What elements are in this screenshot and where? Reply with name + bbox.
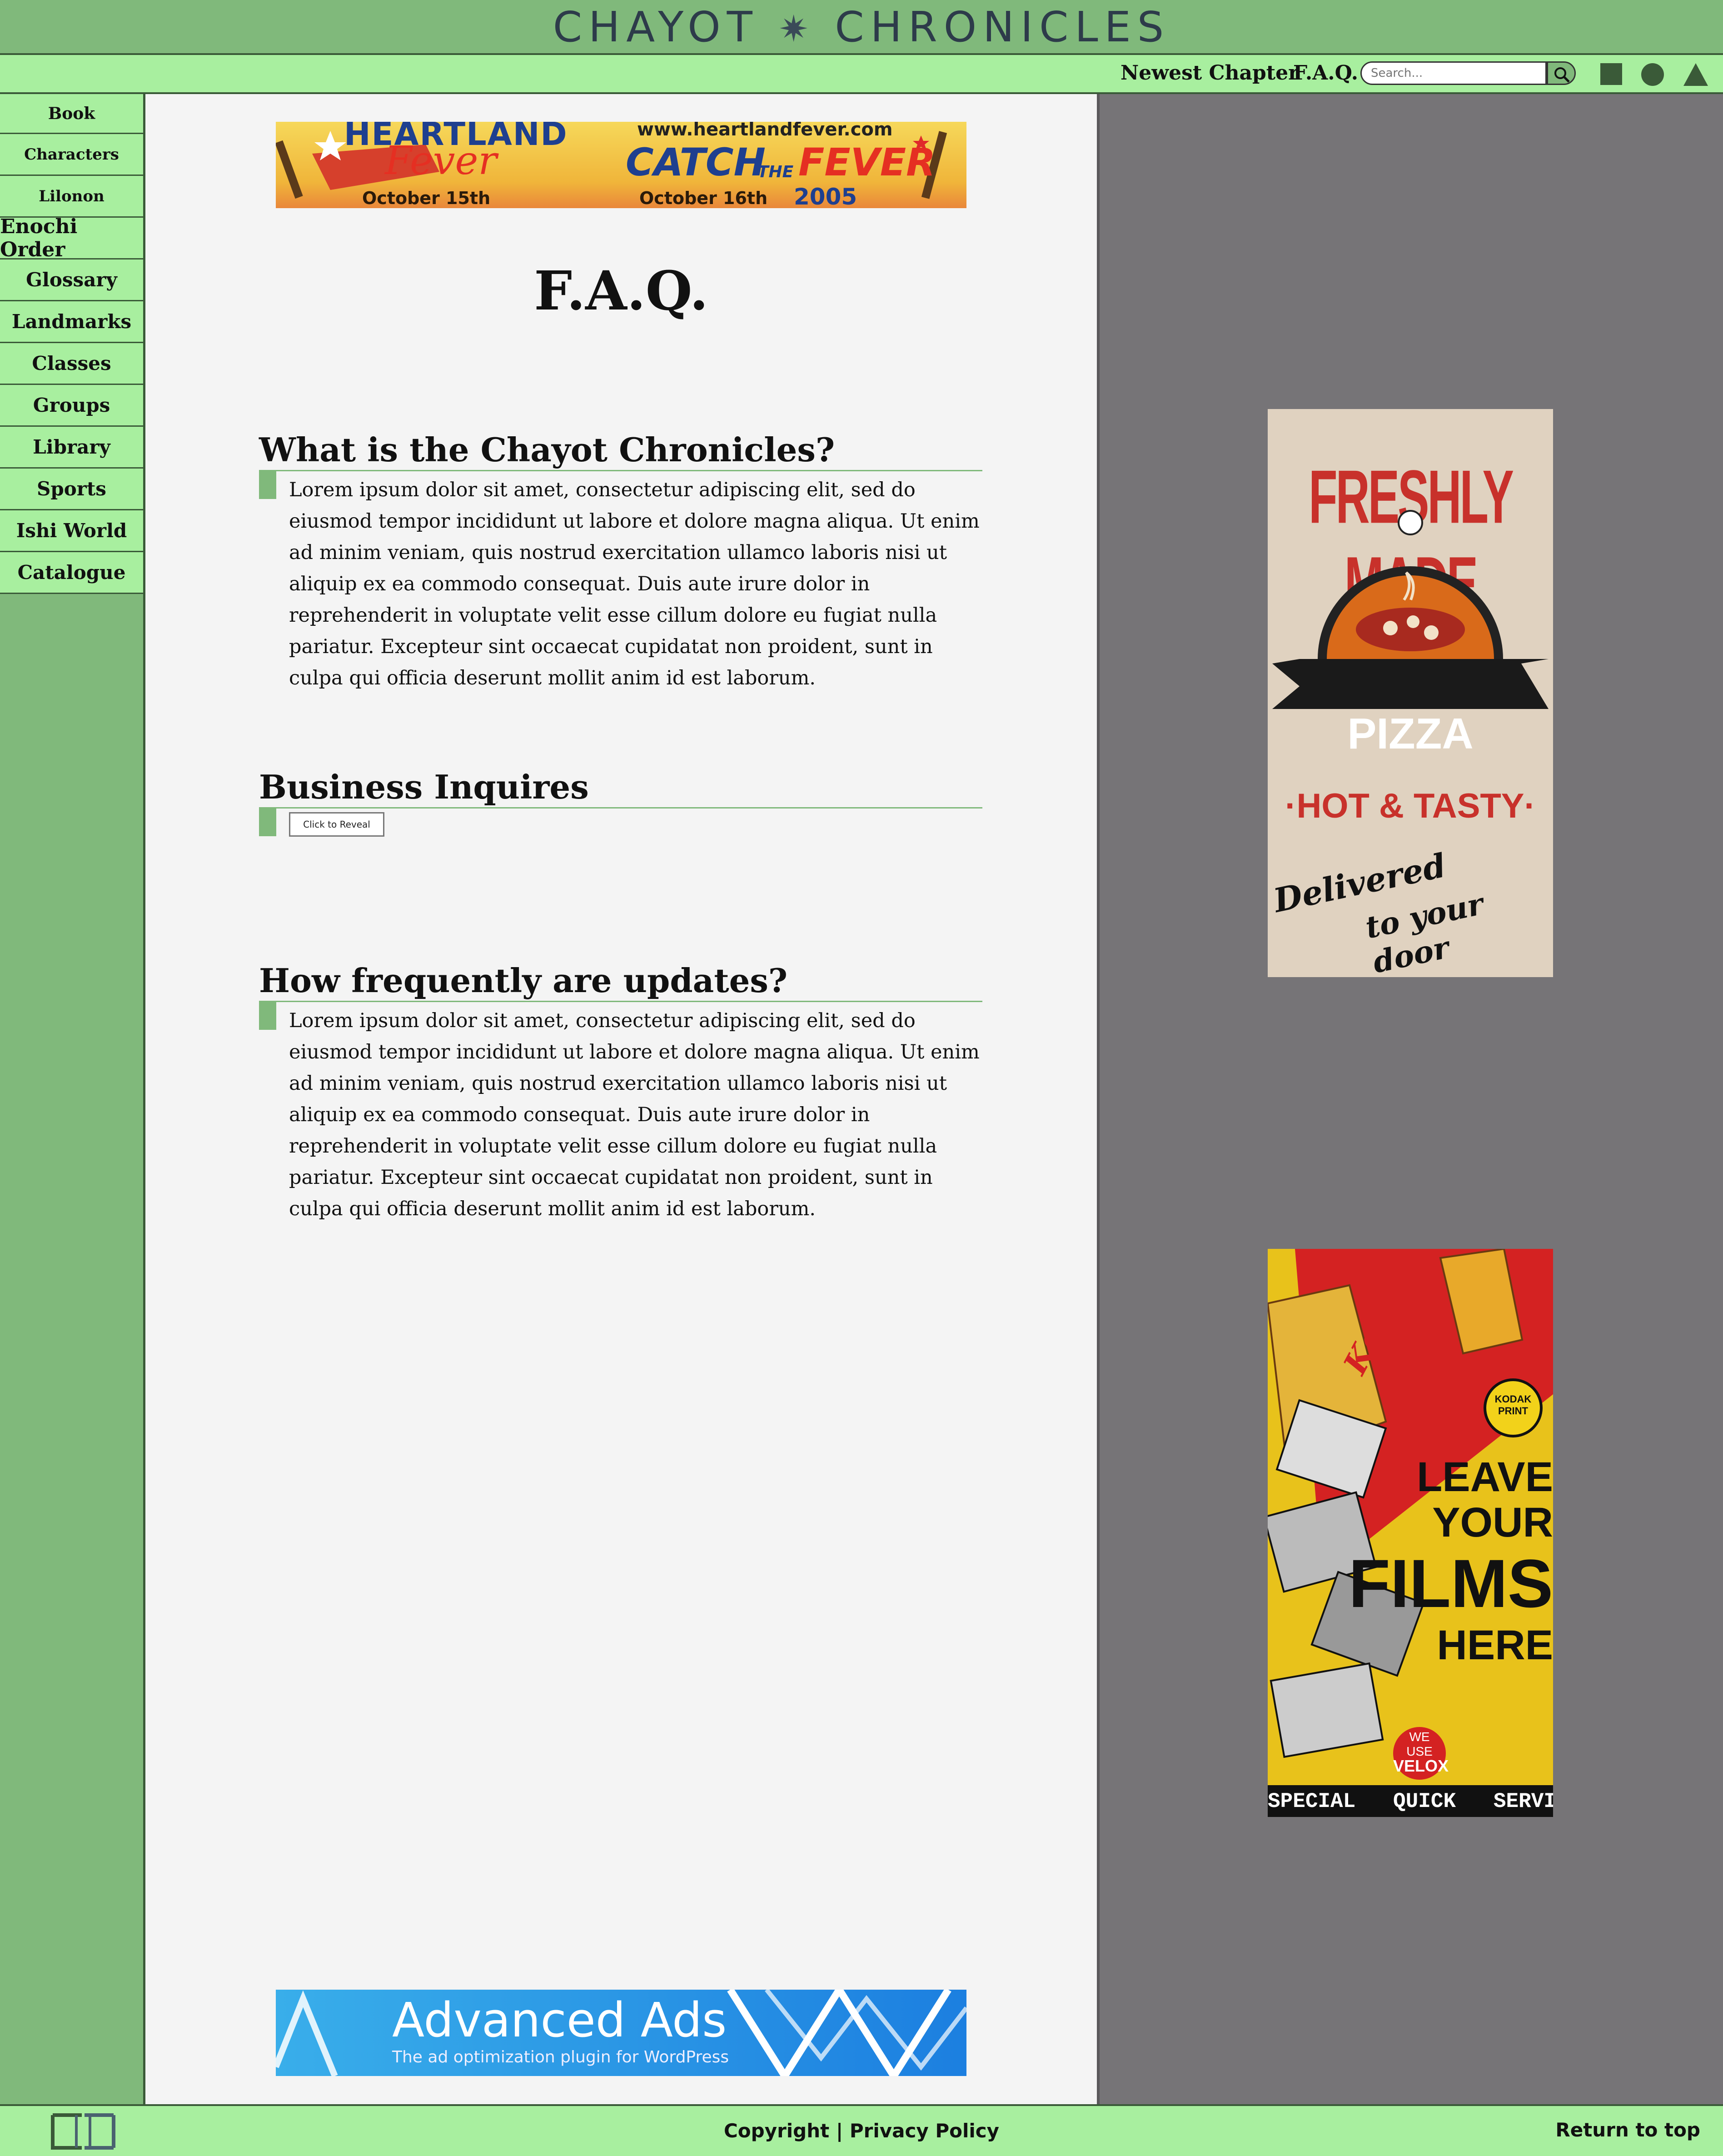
pizza-emblem: [1272, 510, 1549, 709]
site-header: CHAYOT ✷ CHRONICLES: [0, 0, 1723, 55]
triangle-icon[interactable]: [1683, 62, 1709, 87]
advanced-ads-subtitle: The ad optimization plugin for WordPress: [392, 2048, 729, 2066]
velox-word: VELOX: [1393, 1757, 1449, 1775]
kodak-here-text: HERE: [1437, 1622, 1553, 1668]
return-to-top-link[interactable]: Return to top: [1555, 2119, 1700, 2141]
sidebar-item-landmarks[interactable]: Landmarks: [0, 301, 143, 343]
advanced-ads-title: Advanced Ads: [392, 1992, 727, 2048]
logo-star-icon: ✷: [778, 8, 816, 50]
pizza-ad[interactable]: FRESHLY MADE PIZZA ·HOT & TASTY· Deliver…: [1268, 409, 1553, 977]
advanced-ads-banner[interactable]: Advanced Ads The ad optimization plugin …: [276, 1990, 966, 2076]
banner-the-text: THE: [757, 163, 794, 181]
kodak-ad[interactable]: Kodak KODAK PRINT LEAVE YOUR FILMS HERE …: [1268, 1249, 1553, 1817]
kodak-your-text: YOUR: [1432, 1499, 1553, 1546]
faq-answer-updates: Lorem ipsum dolor sit amet, consectetur …: [289, 1009, 980, 1220]
circle-icon[interactable]: [1640, 62, 1665, 87]
banner-fever-slogan: FEVER: [798, 140, 936, 185]
sidebar-item-classes[interactable]: Classes: [0, 343, 143, 385]
banner-date-right: October 16th: [639, 188, 768, 208]
search-input[interactable]: [1360, 61, 1547, 85]
sidebar-item-groups[interactable]: Groups: [0, 385, 143, 427]
section-accent-bar: [259, 808, 276, 836]
faq-heading-what-is: What is the Chayot Chronicles?: [259, 431, 982, 471]
sidebar-item-catalogue[interactable]: Catalogue: [0, 552, 143, 594]
banner-year: 2005: [794, 184, 857, 208]
section-accent-bar: [259, 1002, 276, 1030]
sidebar-item-label: Glossary: [26, 269, 117, 291]
privacy-policy-link[interactable]: Privacy Policy: [850, 2120, 999, 2142]
kodak-footer-text: SPECIAL QUICK SERVICE: [1268, 1790, 1553, 1813]
sidebar: Book Characters Lilonon Enochi Order Glo…: [0, 94, 145, 2104]
sidebar-item-enochi-order[interactable]: Enochi Order: [0, 215, 143, 261]
banner-url: www.heartlandfever.com: [637, 122, 893, 140]
sidebar-item-label: Book: [48, 104, 95, 123]
banner-catch-text: CATCH: [626, 140, 766, 185]
page-title: F.A.Q.: [534, 259, 708, 322]
sidebar-item-glossary[interactable]: Glossary: [0, 260, 143, 301]
sidebar-item-lilonon[interactable]: Lilonon: [0, 176, 143, 218]
banner-fever-text: Fever: [385, 138, 497, 184]
copyright-link[interactable]: Copyright: [724, 2120, 829, 2142]
kodak-leave-text: LEAVE: [1417, 1454, 1553, 1500]
sidebar-item-label: Groups: [33, 394, 110, 416]
top-nav: Newest Chapter F.A.Q.: [0, 55, 1723, 94]
pizza-ribbon-text: PIZZA: [1347, 709, 1474, 758]
sidebar-item-library[interactable]: Library: [0, 427, 143, 469]
logo-word-chayot: CHAYOT: [553, 3, 759, 51]
kodak-films-text: FILMS: [1349, 1545, 1553, 1622]
faq-answer-what-is: Lorem ipsum dolor sit amet, consectetur …: [289, 479, 980, 689]
sidebar-item-label: Ishi World: [16, 519, 127, 542]
section-accent-bar: [259, 471, 276, 499]
nav-faq[interactable]: F.A.Q.: [1293, 61, 1358, 85]
sidebar-item-label: Catalogue: [17, 561, 126, 584]
footer-separator: |: [829, 2120, 850, 2142]
faq-heading-business: Business Inquires: [259, 768, 982, 808]
nav-newest-chapter[interactable]: Newest Chapter: [1120, 61, 1299, 85]
kodak-print-badge: KODAK PRINT: [1494, 1393, 1532, 1417]
search-icon: [1554, 67, 1570, 83]
sidebar-item-label: Landmarks: [11, 310, 132, 333]
sidebar-item-characters[interactable]: Characters: [0, 134, 143, 176]
faq-heading-updates: How frequently are updates?: [259, 962, 982, 1002]
sidebar-item-label: Lilonon: [39, 187, 105, 205]
velox-we: WE: [1409, 1730, 1430, 1744]
square-icon[interactable]: [1599, 62, 1623, 86]
pizza-tagline: ·HOT & TASTY·: [1285, 787, 1536, 825]
sidebar-item-sports[interactable]: Sports: [0, 469, 143, 510]
footer-links: Copyright | Privacy Policy: [0, 2120, 1723, 2142]
sidebar-item-label: Classes: [32, 352, 111, 374]
sidebar-item-label: Characters: [24, 145, 119, 164]
site-logo[interactable]: CHAYOT ✷ CHRONICLES: [0, 2, 1723, 55]
kodak-velox-badge: WE USE VELOX: [1393, 1730, 1449, 1775]
click-to-reveal-button[interactable]: Click to Reveal: [289, 812, 384, 837]
search-button[interactable]: [1547, 61, 1576, 85]
sidebar-item-ishi-world[interactable]: Ishi World: [0, 510, 143, 552]
sidebar-item-label: Library: [33, 436, 110, 458]
sidebar-item-label: Sports: [37, 478, 106, 500]
banner-date-left: October 15th: [362, 188, 491, 208]
sidebar-item-book[interactable]: Book: [0, 94, 143, 134]
heartland-fever-ad[interactable]: HEARTLAND Fever www.heartlandfever.com C…: [276, 122, 966, 208]
logo-word-chronicles: CHRONICLES: [835, 3, 1170, 51]
site-footer: Copyright | Privacy Policy Return to top: [0, 2104, 1723, 2156]
sidebar-item-label: Enochi Order: [0, 215, 78, 261]
